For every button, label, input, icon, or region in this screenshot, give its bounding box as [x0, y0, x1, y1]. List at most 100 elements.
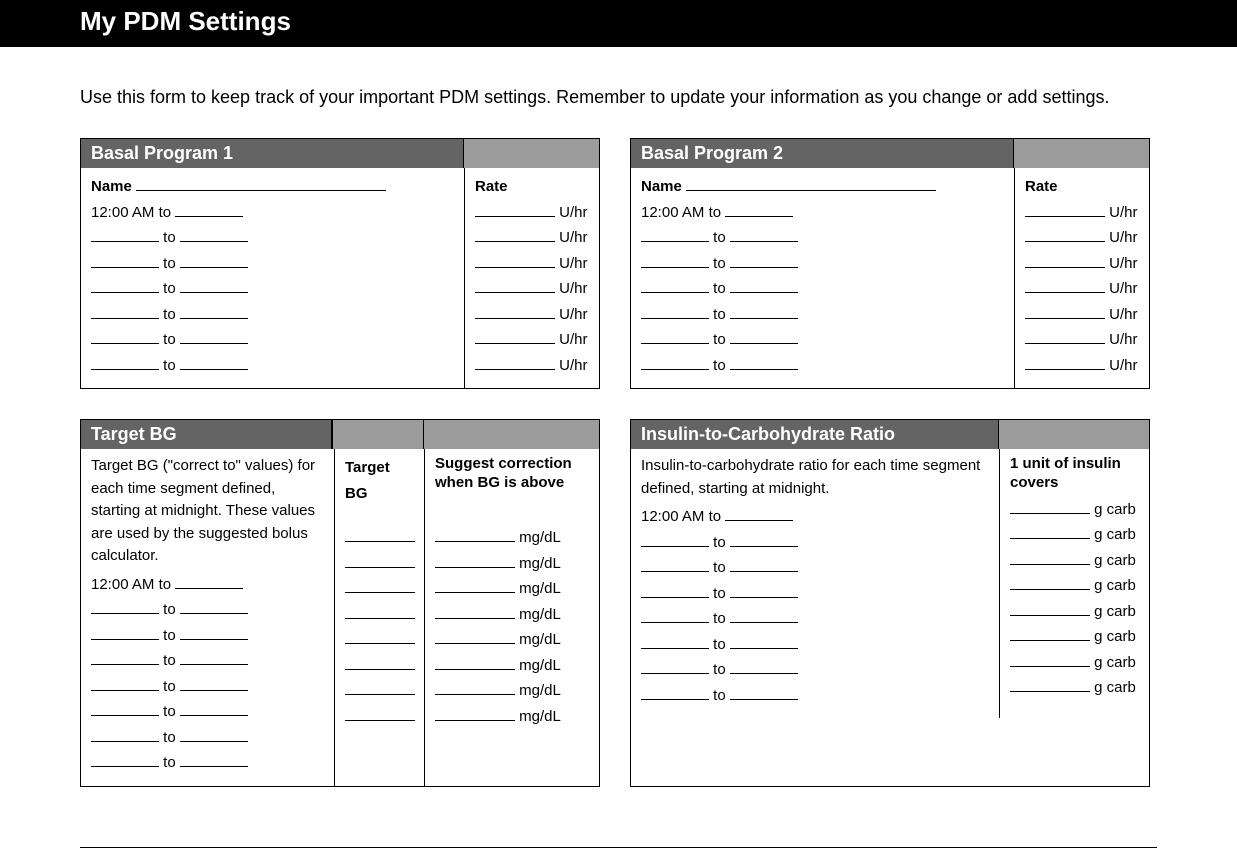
end-field[interactable]	[730, 304, 798, 319]
mgdl-field[interactable]	[435, 706, 515, 721]
start-field[interactable]	[91, 753, 159, 768]
start-field[interactable]	[641, 253, 709, 268]
target-bg-field[interactable]	[345, 706, 415, 721]
end-field[interactable]	[725, 507, 793, 522]
carb-field[interactable]	[1010, 525, 1090, 540]
rate-field[interactable]	[1025, 304, 1105, 319]
start-field[interactable]	[641, 609, 709, 624]
carb-field[interactable]	[1010, 550, 1090, 565]
start-field[interactable]	[91, 676, 159, 691]
start-field[interactable]	[641, 228, 709, 243]
name-field[interactable]	[686, 177, 936, 192]
end-field[interactable]	[730, 228, 798, 243]
mgdl-field[interactable]	[435, 604, 515, 619]
target-bg-field[interactable]	[345, 528, 415, 543]
ic-ratio-times-col: Insulin-to-carbohydrate ratio for each t…	[631, 449, 999, 718]
mgdl-field[interactable]	[435, 553, 515, 568]
end-field[interactable]	[180, 279, 248, 294]
carb-field[interactable]	[1010, 576, 1090, 591]
end-field[interactable]	[175, 574, 243, 589]
end-field[interactable]	[730, 279, 798, 294]
end-field[interactable]	[180, 355, 248, 370]
mgdl-field[interactable]	[435, 681, 515, 696]
end-field[interactable]	[725, 202, 793, 217]
start-field[interactable]	[641, 304, 709, 319]
start-field[interactable]	[91, 702, 159, 717]
end-field[interactable]	[180, 753, 248, 768]
target-bg-field[interactable]	[345, 553, 415, 568]
mgdl-field[interactable]	[435, 655, 515, 670]
rate-field[interactable]	[1025, 202, 1105, 217]
end-field[interactable]	[730, 558, 798, 573]
end-field[interactable]	[180, 651, 248, 666]
end-field[interactable]	[175, 202, 243, 217]
end-field[interactable]	[730, 685, 798, 700]
start-field[interactable]	[641, 532, 709, 547]
start-field[interactable]	[641, 330, 709, 345]
carb-field[interactable]	[1010, 652, 1090, 667]
intro-text: Use this form to keep track of your impo…	[80, 87, 1157, 108]
mgdl-field[interactable]	[435, 579, 515, 594]
rate-field[interactable]	[1025, 253, 1105, 268]
end-field[interactable]	[180, 625, 248, 640]
rate-field[interactable]	[475, 330, 555, 345]
rate-field[interactable]	[1025, 279, 1105, 294]
end-field[interactable]	[180, 600, 248, 615]
end-field[interactable]	[180, 702, 248, 717]
rate-field[interactable]	[475, 202, 555, 217]
start-field[interactable]	[91, 228, 159, 243]
target-bg-field[interactable]	[345, 655, 415, 670]
start-field[interactable]	[91, 279, 159, 294]
basal1-times-col: Name 12:00 AM to to to to to to to	[81, 168, 464, 388]
start-field[interactable]	[641, 355, 709, 370]
end-field[interactable]	[730, 355, 798, 370]
start-field[interactable]	[91, 330, 159, 345]
start-field[interactable]	[641, 660, 709, 675]
rate-field[interactable]	[475, 355, 555, 370]
end-field[interactable]	[730, 660, 798, 675]
start-field[interactable]	[641, 279, 709, 294]
start-field[interactable]	[641, 583, 709, 598]
rate-field[interactable]	[475, 279, 555, 294]
end-field[interactable]	[730, 532, 798, 547]
end-field[interactable]	[180, 253, 248, 268]
carb-field[interactable]	[1010, 601, 1090, 616]
start-field[interactable]	[91, 600, 159, 615]
carb-field[interactable]	[1010, 627, 1090, 642]
end-field[interactable]	[730, 634, 798, 649]
header-slot	[1014, 139, 1149, 168]
carb-field[interactable]	[1010, 678, 1090, 693]
end-field[interactable]	[730, 330, 798, 345]
start-field[interactable]	[641, 685, 709, 700]
start-field[interactable]	[641, 634, 709, 649]
mgdl-field[interactable]	[435, 630, 515, 645]
target-bg-field[interactable]	[345, 630, 415, 645]
rate-field[interactable]	[475, 228, 555, 243]
end-field[interactable]	[730, 583, 798, 598]
start-field[interactable]	[91, 304, 159, 319]
rate-field[interactable]	[475, 253, 555, 268]
rate-field[interactable]	[1025, 355, 1105, 370]
start-field[interactable]	[91, 625, 159, 640]
target-bg-field[interactable]	[345, 604, 415, 619]
end-field[interactable]	[180, 228, 248, 243]
start-field[interactable]	[641, 558, 709, 573]
carb-field[interactable]	[1010, 499, 1090, 514]
start-field[interactable]	[91, 651, 159, 666]
target-bg-field[interactable]	[345, 579, 415, 594]
end-field[interactable]	[180, 727, 248, 742]
start-field[interactable]	[91, 253, 159, 268]
end-field[interactable]	[180, 304, 248, 319]
rate-field[interactable]	[1025, 330, 1105, 345]
start-field[interactable]	[91, 727, 159, 742]
target-bg-field[interactable]	[345, 681, 415, 696]
end-field[interactable]	[180, 330, 248, 345]
rate-field[interactable]	[475, 304, 555, 319]
end-field[interactable]	[730, 609, 798, 624]
name-field[interactable]	[136, 177, 386, 192]
end-field[interactable]	[730, 253, 798, 268]
end-field[interactable]	[180, 676, 248, 691]
rate-field[interactable]	[1025, 228, 1105, 243]
mgdl-field[interactable]	[435, 528, 515, 543]
start-field[interactable]	[91, 355, 159, 370]
